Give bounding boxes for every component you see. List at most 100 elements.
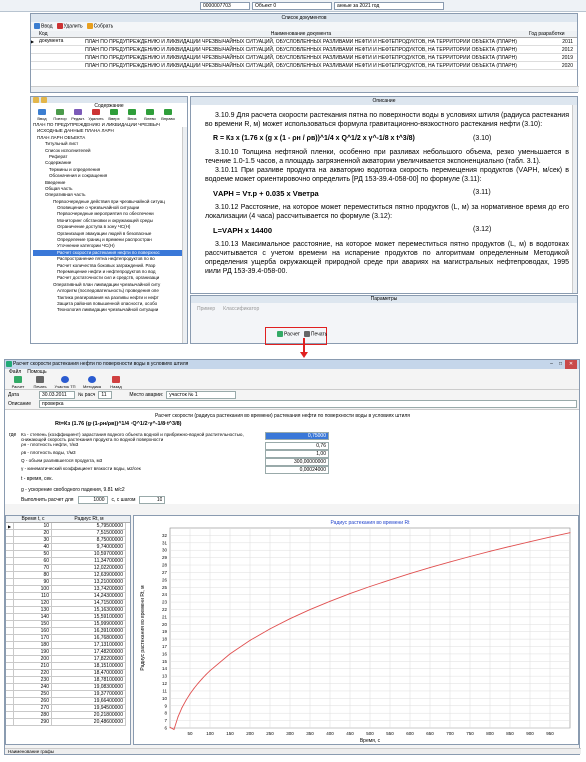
param-value-input[interactable]: [265, 432, 329, 440]
step-input[interactable]: [139, 496, 166, 504]
table-row[interactable]: 220 18,47000000: [6, 670, 130, 677]
table-row[interactable]: 140 15,59100000: [6, 614, 130, 621]
table-row[interactable]: 230 18,78100000: [6, 677, 130, 684]
document-row[interactable]: ПЛАН ПО ПРЕДУПРЕЖДЕНИЮ И ЛИКВИДАЦИИ ЧРЕЗ…: [31, 62, 577, 70]
table-row[interactable]: 280 20,21800000: [6, 712, 130, 719]
documents-panel: Список документов Ввод Удалить Собрать К…: [30, 13, 579, 93]
param-value-input[interactable]: [265, 458, 329, 466]
table-row[interactable]: 120 14,71500000: [6, 600, 130, 607]
status-bar: Наименование графы: [5, 748, 581, 754]
documents-scrollbar[interactable]: [31, 86, 579, 92]
place-input[interactable]: [166, 390, 237, 399]
table-row[interactable]: 160 16,39100000: [6, 628, 130, 635]
content-toolbar: Ввод Повтор Редакт. Удалить Вверх Вниз В…: [31, 109, 187, 121]
example-button[interactable]: Пример: [197, 306, 215, 312]
y-tick-label: 27: [162, 570, 168, 575]
table-row[interactable]: 260 19,66400000: [6, 698, 130, 705]
data-point: [229, 653, 231, 655]
document-row[interactable]: ПЛАН ПО ПРЕДУПРЕЖДЕНИЮ И ЛИКВИДАЦИИ ЧРЕЗ…: [31, 46, 577, 54]
x-tick-label: 500: [366, 731, 374, 736]
y-tick-label: 23: [162, 600, 168, 605]
table-row[interactable]: 170 16,76800000: [6, 635, 130, 642]
data-point: [201, 678, 203, 680]
table-row[interactable]: 150 15,99900000: [6, 621, 130, 628]
table-row[interactable]: 30 8,75000000: [6, 537, 130, 544]
arrow-right-icon: [164, 109, 172, 115]
content-delete-button[interactable]: Удалить: [87, 109, 105, 121]
tree-item[interactable]: Технология ликвидации чрезвычайной ситуа…: [33, 307, 185, 313]
maximize-button[interactable]: □: [556, 360, 565, 369]
x-tick-label: 200: [246, 731, 254, 736]
classifier-button[interactable]: Классификатор: [223, 306, 259, 312]
document-row[interactable]: ПЛАН ПО ПРЕДУПРЕЖДЕНИЮ И ЛИКВИДАЦИИ ЧРЕЗ…: [31, 54, 577, 62]
run-until-input[interactable]: [77, 496, 108, 504]
content-edit-button[interactable]: Редакт.: [69, 109, 87, 121]
time-cell: 240: [14, 684, 52, 691]
folder-open-icon[interactable]: [33, 97, 39, 103]
docs-input-button[interactable]: Ввод: [34, 23, 53, 30]
content-up-button[interactable]: Вверх: [105, 109, 123, 121]
minimize-button[interactable]: –: [547, 360, 556, 369]
calc-number-input[interactable]: [98, 390, 113, 399]
table-row[interactable]: 40 9,74000000: [6, 544, 130, 551]
docs-collect-button[interactable]: Собрать: [86, 23, 113, 30]
table-row[interactable]: 200 17,82200000: [6, 656, 130, 663]
table-row[interactable]: 100 13,74200000: [6, 586, 130, 593]
table-row[interactable]: 70 12,02200000: [6, 565, 130, 572]
table-row[interactable]: 190 17,48200000: [6, 649, 130, 656]
calculate-button[interactable]: Расчет: [277, 331, 300, 337]
calc-section-button[interactable]: Участок ТП: [52, 376, 78, 389]
y-tick-label: 6: [164, 726, 167, 731]
close-button[interactable]: ✕: [565, 360, 577, 369]
description-body: 3.10.9 Для расчета скорости растекания п…: [191, 105, 577, 291]
param-value-input[interactable]: [265, 442, 329, 450]
table-row[interactable]: 180 17,13100000: [6, 642, 130, 649]
documents-panel-title: Список документов: [31, 14, 577, 22]
formula-3-12: L=VАРН х 14400 (3.12): [213, 226, 492, 235]
print-button[interactable]: Печать: [303, 331, 327, 337]
content-down-button[interactable]: Вниз: [123, 109, 141, 121]
menu-file[interactable]: Файл: [9, 369, 21, 376]
table-row[interactable]: 60 11,34700000: [6, 558, 130, 565]
table-row[interactable]: 110 14,24300000: [6, 593, 130, 600]
content-repeat-button[interactable]: Повтор: [51, 109, 69, 121]
delete-icon: [92, 109, 100, 115]
calc-method-button[interactable]: Методика: [80, 376, 104, 389]
table-row[interactable]: ▶ 10 5,79500000: [6, 523, 130, 530]
question-icon: [88, 376, 96, 383]
table-row[interactable]: 130 15,16300000: [6, 607, 130, 614]
params-toolbar: Пример Классификатор: [191, 303, 577, 315]
table-row[interactable]: 90 13,21000000: [6, 579, 130, 586]
calc-back-button[interactable]: Назад: [106, 376, 126, 389]
table-row[interactable]: 50 10,59700000: [6, 551, 130, 558]
object-field[interactable]: Объект 0: [252, 2, 332, 10]
table-row[interactable]: 290 20,48600000: [6, 719, 130, 726]
calc-print-button[interactable]: Печать: [30, 376, 50, 389]
table-row[interactable]: 210 18,15100000: [6, 663, 130, 670]
param-value-input[interactable]: [265, 450, 329, 458]
description-input[interactable]: [39, 400, 577, 408]
param-value-input[interactable]: [265, 466, 329, 474]
menu-help[interactable]: Помощь: [27, 369, 46, 376]
calc-run-button[interactable]: Расчет: [8, 376, 28, 389]
params-actions: Расчет Печать: [277, 331, 327, 337]
description-scrollbar[interactable]: [572, 105, 577, 293]
content-left-button[interactable]: Влево: [141, 109, 159, 121]
folder-icon[interactable]: [41, 97, 47, 103]
table-row[interactable]: 20 7,51500000: [6, 530, 130, 537]
date-input[interactable]: [39, 390, 75, 399]
tree-scrollbar[interactable]: [182, 127, 187, 343]
time-cell: 60: [14, 558, 52, 565]
time-cell: 100: [14, 586, 52, 593]
table-row[interactable]: 270 19,94500000: [6, 705, 130, 712]
content-right-button[interactable]: Вправо: [159, 109, 177, 121]
year-field[interactable]: анные за 2021 год: [334, 2, 444, 10]
table-row[interactable]: 250 19,37700000: [6, 691, 130, 698]
table-row[interactable]: 80 12,63900000: [6, 572, 130, 579]
docs-delete-button[interactable]: Удалить: [56, 23, 83, 30]
y-tick-label: 11: [162, 688, 167, 693]
table-row[interactable]: 240 19,08300000: [6, 684, 130, 691]
document-row[interactable]: ▶ ПЛАН ПО ПРЕДУПРЕЖДЕНИЮ И ЛИКВИДАЦИИ ЧРЕ…: [31, 38, 577, 46]
content-input-button[interactable]: Ввод: [33, 109, 51, 121]
code-field[interactable]: 0000007703: [200, 2, 250, 10]
